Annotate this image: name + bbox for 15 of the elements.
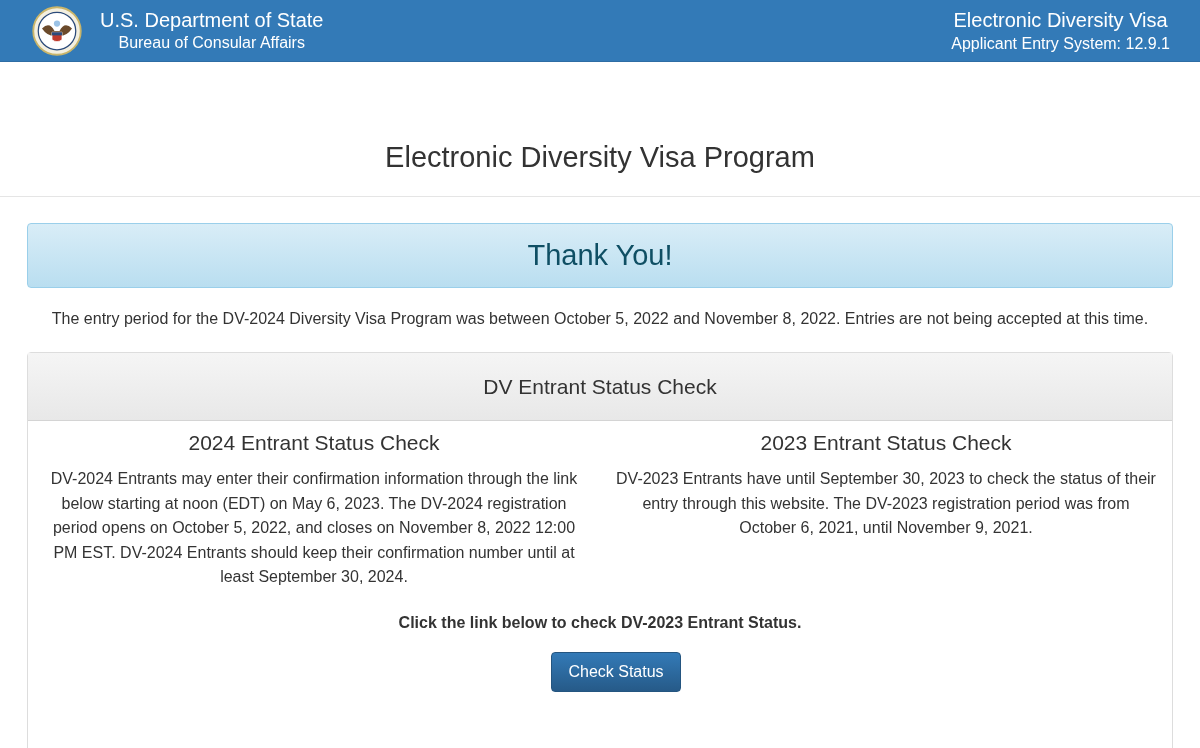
notice-text: The entry period for the DV-2024 Diversity Visa Program was between October 5, 2022 and November 8, 2022. Entries are not being accepted at this time. bbox=[50, 309, 1150, 329]
bureau-name: Bureau of Consular Affairs bbox=[117, 32, 306, 53]
column-heading: 2023 Entrant Status Check bbox=[759, 431, 1013, 455]
instruction-text: Click the link below to check DV-2023 Entrant Status. bbox=[397, 613, 803, 632]
system-version: Applicant Entry System: 12.9.1 bbox=[951, 33, 1170, 54]
system-title: Electronic Diversity Visa bbox=[952, 7, 1169, 33]
panel-title: DV Entrant Status Check bbox=[483, 374, 717, 399]
column-text: DV-2024 Entrants may enter their confirmation information through the link below starting at noon (EDT) on May 6, 2023. The DV-2024 registration period opens on October 5, 2022, and closes on November 8, 2022 12:00 PM EST. DV-2024 Entrants should keep their confirmation number until at least September 30, 2024. bbox=[49, 469, 579, 587]
agency-name: U.S. Department of State bbox=[100, 7, 324, 32]
seal-icon bbox=[32, 5, 82, 56]
alert-title: Thank You! bbox=[527, 239, 673, 272]
check-status-button[interactable]: Check Status bbox=[551, 651, 681, 692]
column-text: DV-2023 Entrants have until September 30, 2023 to check the status of their entry through this website. The DV-2023 registration period was from October 6, 2021, until November 9, 2021. bbox=[615, 469, 1157, 538]
page-title: Electronic Diversity Visa Program bbox=[384, 140, 816, 174]
column-heading: 2024 Entrant Status Check bbox=[187, 431, 441, 455]
